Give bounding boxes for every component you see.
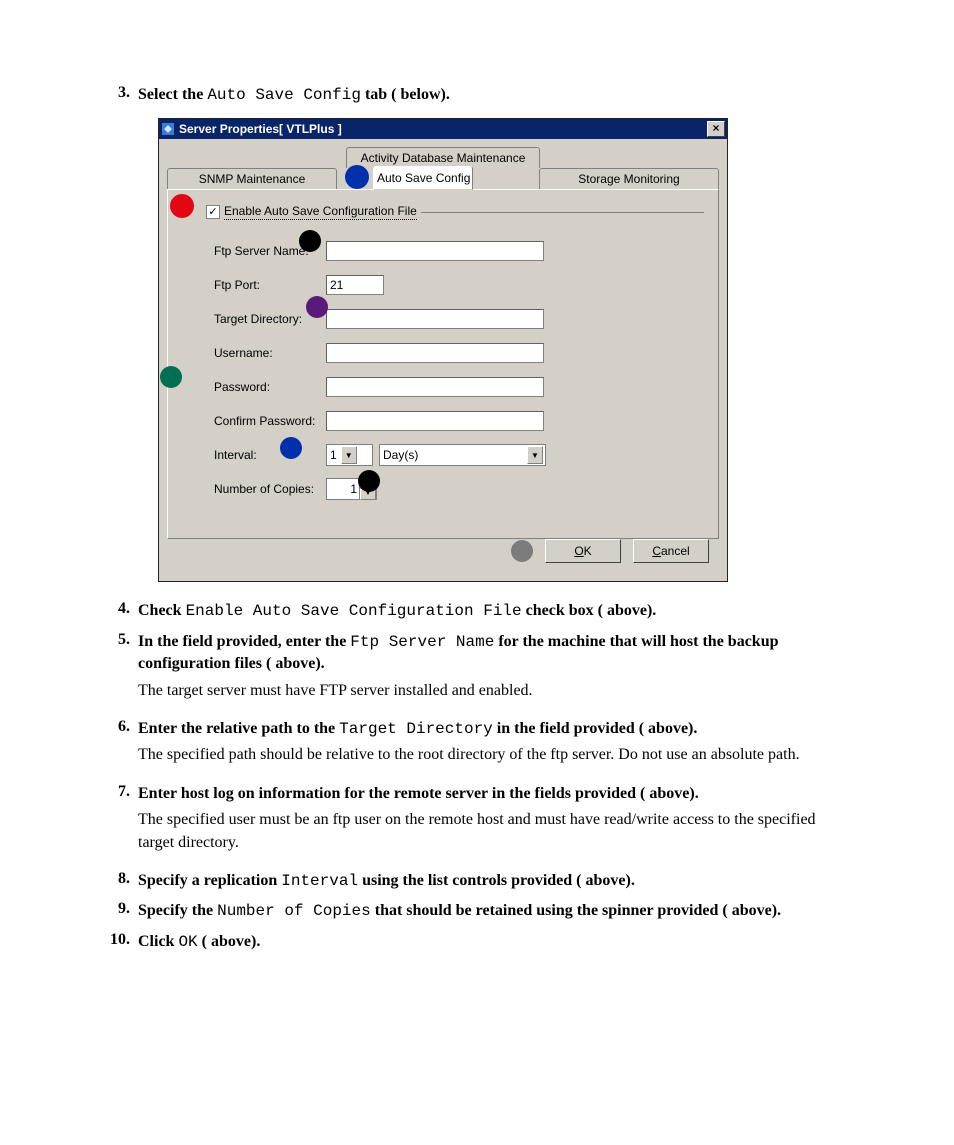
callout-marker-d	[160, 366, 182, 388]
ok-button[interactable]: OK	[545, 539, 621, 563]
checkbox-label: Enable Auto Save Configuration File	[224, 204, 417, 220]
step-6: 6. Enter the relative path to the Target…	[100, 718, 854, 775]
label-confirm-password: Confirm Password:	[214, 414, 326, 428]
step-9: 9. Specify the Number of Copies that sho…	[100, 900, 854, 922]
confirm-password-input[interactable]	[326, 411, 544, 431]
step-3: 3. Select the Auto Save Config tab ( bel…	[100, 84, 854, 106]
interval-number-select[interactable]: 1 ▼	[326, 444, 373, 466]
tab-storage-monitoring[interactable]: Storage Monitoring	[539, 168, 719, 189]
step-4: 4. Check Enable Auto Save Configuration …	[100, 600, 854, 622]
ftp-port-input[interactable]	[326, 275, 384, 295]
step-10: 10. Click OK ( above).	[100, 931, 854, 953]
step-text: Click OK ( above).	[138, 933, 260, 950]
tab-snmp-maintenance[interactable]: SNMP Maintenance	[167, 168, 337, 189]
password-input[interactable]	[326, 377, 544, 397]
step-number: 10.	[100, 931, 130, 949]
step-text: Select the Auto Save Config tab ( below)…	[138, 86, 450, 103]
app-icon	[161, 122, 175, 136]
dialog-server-properties: Server Properties[ VTLPlus ] × Activity …	[158, 118, 728, 582]
step-text: Specify the Number of Copies that should…	[138, 902, 781, 919]
step-number: 8.	[100, 870, 130, 888]
step-5: 5. In the field provided, enter the Ftp …	[100, 631, 854, 710]
target-directory-input[interactable]	[326, 309, 544, 329]
step-number: 6.	[100, 718, 130, 736]
chevron-down-icon: ▼	[527, 446, 543, 464]
interval-unit-select[interactable]: Day(s) ▼	[379, 444, 546, 466]
username-input[interactable]	[326, 343, 544, 363]
group-line	[421, 212, 704, 213]
step-text: Enter the relative path to the Target Di…	[138, 720, 697, 737]
step-number: 4.	[100, 600, 130, 618]
step-paragraph: The specified user must be an ftp user o…	[138, 809, 854, 854]
cancel-button[interactable]: Cancel	[633, 539, 709, 563]
step-paragraph: The specified path should be relative to…	[138, 744, 854, 766]
step-text: Specify a replication Interval using the…	[138, 872, 635, 889]
ftp-server-input[interactable]	[326, 241, 544, 261]
step-text: In the field provided, enter the Ftp Ser…	[138, 633, 779, 672]
step-text: Enter host log on information for the re…	[138, 785, 699, 802]
callout-marker-g	[511, 540, 533, 562]
label-username: Username:	[214, 346, 326, 360]
label-password: Password:	[214, 380, 326, 394]
close-button[interactable]: ×	[707, 121, 725, 137]
step-number: 7.	[100, 783, 130, 801]
label-number-of-copies: Number of Copies:	[214, 482, 326, 496]
label-ftp-port: Ftp Port:	[214, 278, 326, 292]
dialog-title: Server Properties[ VTLPlus ]	[179, 122, 707, 136]
step-number: 9.	[100, 900, 130, 918]
step-7: 7. Enter host log on information for the…	[100, 783, 854, 862]
chevron-down-icon: ▼	[341, 446, 357, 464]
enable-auto-save-checkbox[interactable]: ✓ Enable Auto Save Configuration File	[206, 204, 417, 220]
callout-marker	[345, 165, 369, 189]
tab-auto-save-config[interactable]: Auto Save Config	[373, 166, 473, 190]
label-interval: Interval:	[214, 448, 326, 462]
step-8: 8. Specify a replication Interval using …	[100, 870, 854, 892]
step-number: 5.	[100, 631, 130, 649]
step-text: Check Enable Auto Save Configuration Fil…	[138, 602, 656, 619]
step-number: 3.	[100, 84, 130, 102]
step-paragraph: The target server must have FTP server i…	[138, 680, 854, 702]
titlebar: Server Properties[ VTLPlus ] ×	[159, 119, 727, 139]
checkbox-icon: ✓	[206, 205, 220, 219]
